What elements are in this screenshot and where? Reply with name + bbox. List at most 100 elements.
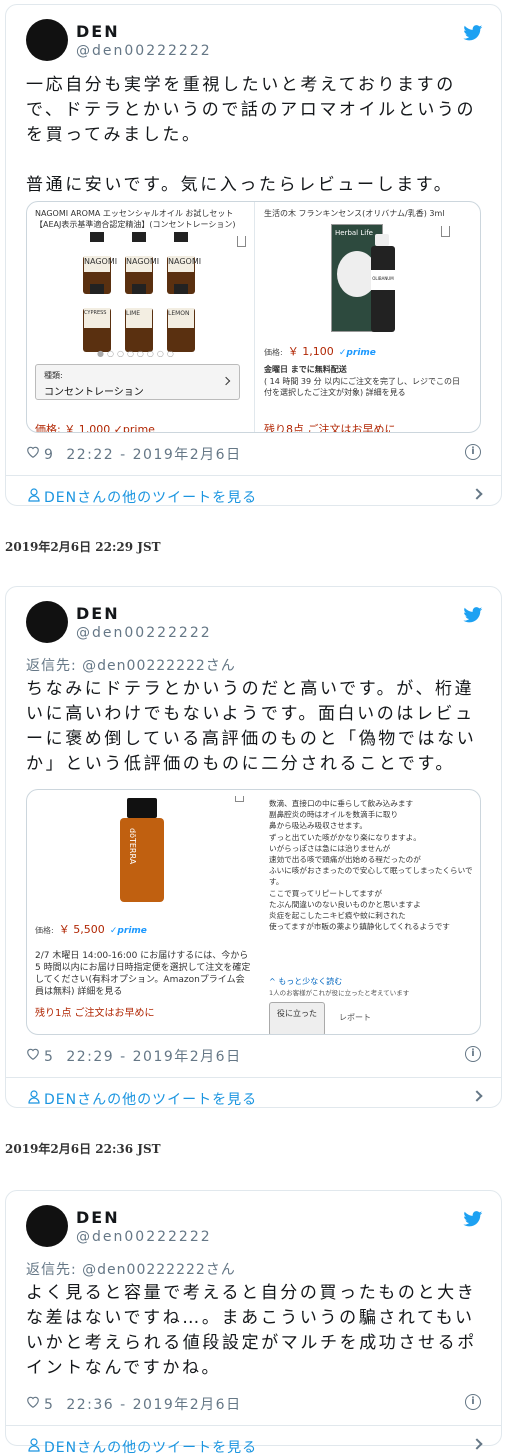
report-link[interactable]: レポート [339,1012,371,1023]
tweet-card: DEN @den00222222 一応自分も実学を重視したいと考えておりますので… [5,4,502,506]
product-screenshot-left[interactable]: dōTERRA 価格: ￥ 5,500 ✓prime 2/7 木曜日 14:00… [27,790,259,1034]
bottle: LEMON [161,284,201,352]
chevron-right-icon [471,1438,483,1450]
helpful-button[interactable]: 役に立った [269,1002,325,1034]
share-icon[interactable] [441,226,450,237]
product-title: 生活の木 フランキンセンス(オリバナム/乳香) 3ml [264,209,445,218]
price-label: 価格: [35,926,54,935]
stock: 残り1点 ご注文はお早めに [35,1008,155,1019]
author-name[interactable]: DEN [76,1208,120,1227]
product-box-image: Herbal Life OLIBANUM [331,224,411,339]
twitter-bird-icon[interactable] [463,25,483,41]
author-handle[interactable]: @den00222222 [76,43,212,59]
tweet-card: DEN @den00222222 返信先: @den00222222さん ちなみ… [5,586,502,1108]
price: ￥ 5,500 [58,923,105,936]
tweet-meta: 5 22:29 - 2019年2月6日 i [26,1035,481,1077]
reply-to[interactable]: 返信先: @den00222222さん [6,1259,501,1279]
product-screenshot-right[interactable]: 生活の木 フランキンセンス(オリバナム/乳香) 3ml Herbal Life … [256,202,480,433]
price-row: 価格: ￥ 5,500 ✓prime [35,918,147,937]
author-name[interactable]: DEN [76,22,120,41]
variant-selector[interactable]: 種類: コンセントレーション [35,364,240,400]
bottle-label: LIME [126,308,152,328]
bottle: CYPRESS [77,284,117,352]
avatar[interactable] [26,1205,68,1247]
delivery: 金曜日 までに無料配送 [264,365,347,374]
helpful-button-label: 役に立った [277,1009,317,1018]
bottle-label: NAGOMI [126,256,159,272]
heart-icon[interactable] [26,1047,40,1061]
more-tweets-link[interactable]: DENさんの他のツイートを見る [6,1077,501,1117]
review-screenshot[interactable]: 数滴、直接口の中に垂らして飲み込みます 副鼻腔炎の時はオイルを数滴手に取り 鼻か… [259,790,480,1034]
tweet-header: DEN @den00222222 [6,587,501,643]
bottle: NAGOMI [119,232,159,294]
price: ￥ 1,100 [287,345,334,358]
bottle-label: NAGOMI [168,256,201,272]
user-icon [28,488,40,502]
prime-badge: ✓prime [109,926,147,936]
tweet-time[interactable]: 22:29 - 2019年2月6日 [66,1049,241,1065]
like-count-value: 5 [44,1049,55,1065]
tweet-text: 一応自分も実学を重視したいと考えておりますので、ドテラとかいうので話のアロマオイ… [26,75,477,195]
bottle: NAGOMI [161,232,201,294]
reply-to[interactable]: 返信先: @den00222222さん [6,655,501,675]
more-tweets-label: DENさんの他のツイートを見る [44,490,258,506]
product-title: NAGOMI AROMA エッセンシャルオイル お試しセット【AEAJ表示基準適… [35,209,236,229]
avatar[interactable] [26,19,68,61]
bottle-label: LEMON [168,308,194,328]
info-icon[interactable]: i [465,444,481,460]
tweet-card: DEN @den00222222 返信先: @den00222222さん よく見… [5,1190,502,1455]
user-icon [28,1090,40,1104]
stock: 残り8点 ご注文はお早めに [264,423,396,433]
user-icon [28,1438,40,1452]
product-screenshot-left[interactable]: NAGOMI AROMA エッセンシャルオイル お試しセット【AEAJ表示基準適… [27,202,255,433]
tweet-time[interactable]: 22:22 - 2019年2月6日 [66,447,241,463]
tweet-text: ちなみにドテラとかいうのだと高いです。が、桁違いに高いわけでもないようです。面白… [26,679,477,774]
delivery: 2/7 木曜日 14:00-16:00 にお届けするには、今から5 時間以内にお… [35,951,251,997]
like-count[interactable]: 9 22:22 - 2019年2月6日 [44,444,242,464]
bottle-brand: dōTERRA [128,828,137,865]
heart-icon[interactable] [26,445,40,459]
price-label: 価格: [264,348,283,357]
price-cut: 価格: ￥ 1,000 ✓prime [35,423,155,433]
chevron-right-icon [221,376,231,386]
tweet-meta: 9 22:22 - 2019年2月6日 i [26,433,481,475]
tweet-time[interactable]: 22:36 - 2019年2月6日 [66,1397,241,1413]
author-name[interactable]: DEN [76,604,120,623]
variant-label: 種類: [44,371,63,380]
share-icon[interactable] [237,236,246,247]
tweet-media[interactable]: dōTERRA 価格: ￥ 5,500 ✓prime 2/7 木曜日 14:00… [26,789,481,1035]
bottle-label: NAGOMI [84,256,117,272]
prime-badge: ✓prime [338,348,376,358]
bottle: NAGOMI [77,232,117,294]
tweet-text: よく見ると容量で考えると自分の買ったものと大きな差はないですね…。まあこういうの… [26,1283,477,1378]
read-less-link[interactable]: ^ もっと少なく読む [269,976,342,987]
like-count[interactable]: 5 22:36 - 2019年2月6日 [44,1394,242,1414]
like-count-value: 5 [44,1397,55,1413]
bottle-label: CYPRESS [84,308,110,328]
info-icon[interactable]: i [465,1394,481,1410]
timestamp-caption: 2019年2月6日 22:29 JST [5,540,161,554]
review-text: 数滴、直接口の中に垂らして飲み込みます 副鼻腔炎の時はオイルを数滴手に取り 鼻か… [269,799,473,932]
more-tweets-link[interactable]: DENさんの他のツイートを見る [6,475,501,515]
helpful-count: 1人のお客様がこれが役に立ったと考えています [269,989,410,997]
avatar[interactable] [26,601,68,643]
carousel-dots[interactable]: ●○○○○○○○ [97,349,187,358]
tweet-media[interactable]: NAGOMI AROMA エッセンシャルオイル お試しセット【AEAJ表示基準適… [26,201,481,433]
more-tweets-link[interactable]: DENさんの他のツイートを見る [6,1425,501,1455]
bottle: LIME [119,284,159,352]
share-icon[interactable] [235,796,244,802]
tweet-meta: 5 22:36 - 2019年2月6日 i [26,1383,481,1425]
author-handle[interactable]: @den00222222 [76,625,212,641]
heart-icon[interactable] [26,1395,40,1409]
tweet-header: DEN @den00222222 [6,1191,501,1247]
tweet-header: DEN @den00222222 [6,5,501,61]
price-row: 価格: ￥ 1,100 ✓prime [264,340,376,359]
like-count-value: 9 [44,447,55,463]
like-count[interactable]: 5 22:29 - 2019年2月6日 [44,1046,242,1066]
twitter-bird-icon[interactable] [463,607,483,623]
author-handle[interactable]: @den00222222 [76,1229,212,1245]
twitter-bird-icon[interactable] [463,1211,483,1227]
chevron-right-icon [471,1090,483,1102]
info-icon[interactable]: i [465,1046,481,1062]
bottles-image: NAGOMI NAGOMI NAGOMI CYPRESS LIME LEMON [77,232,202,352]
